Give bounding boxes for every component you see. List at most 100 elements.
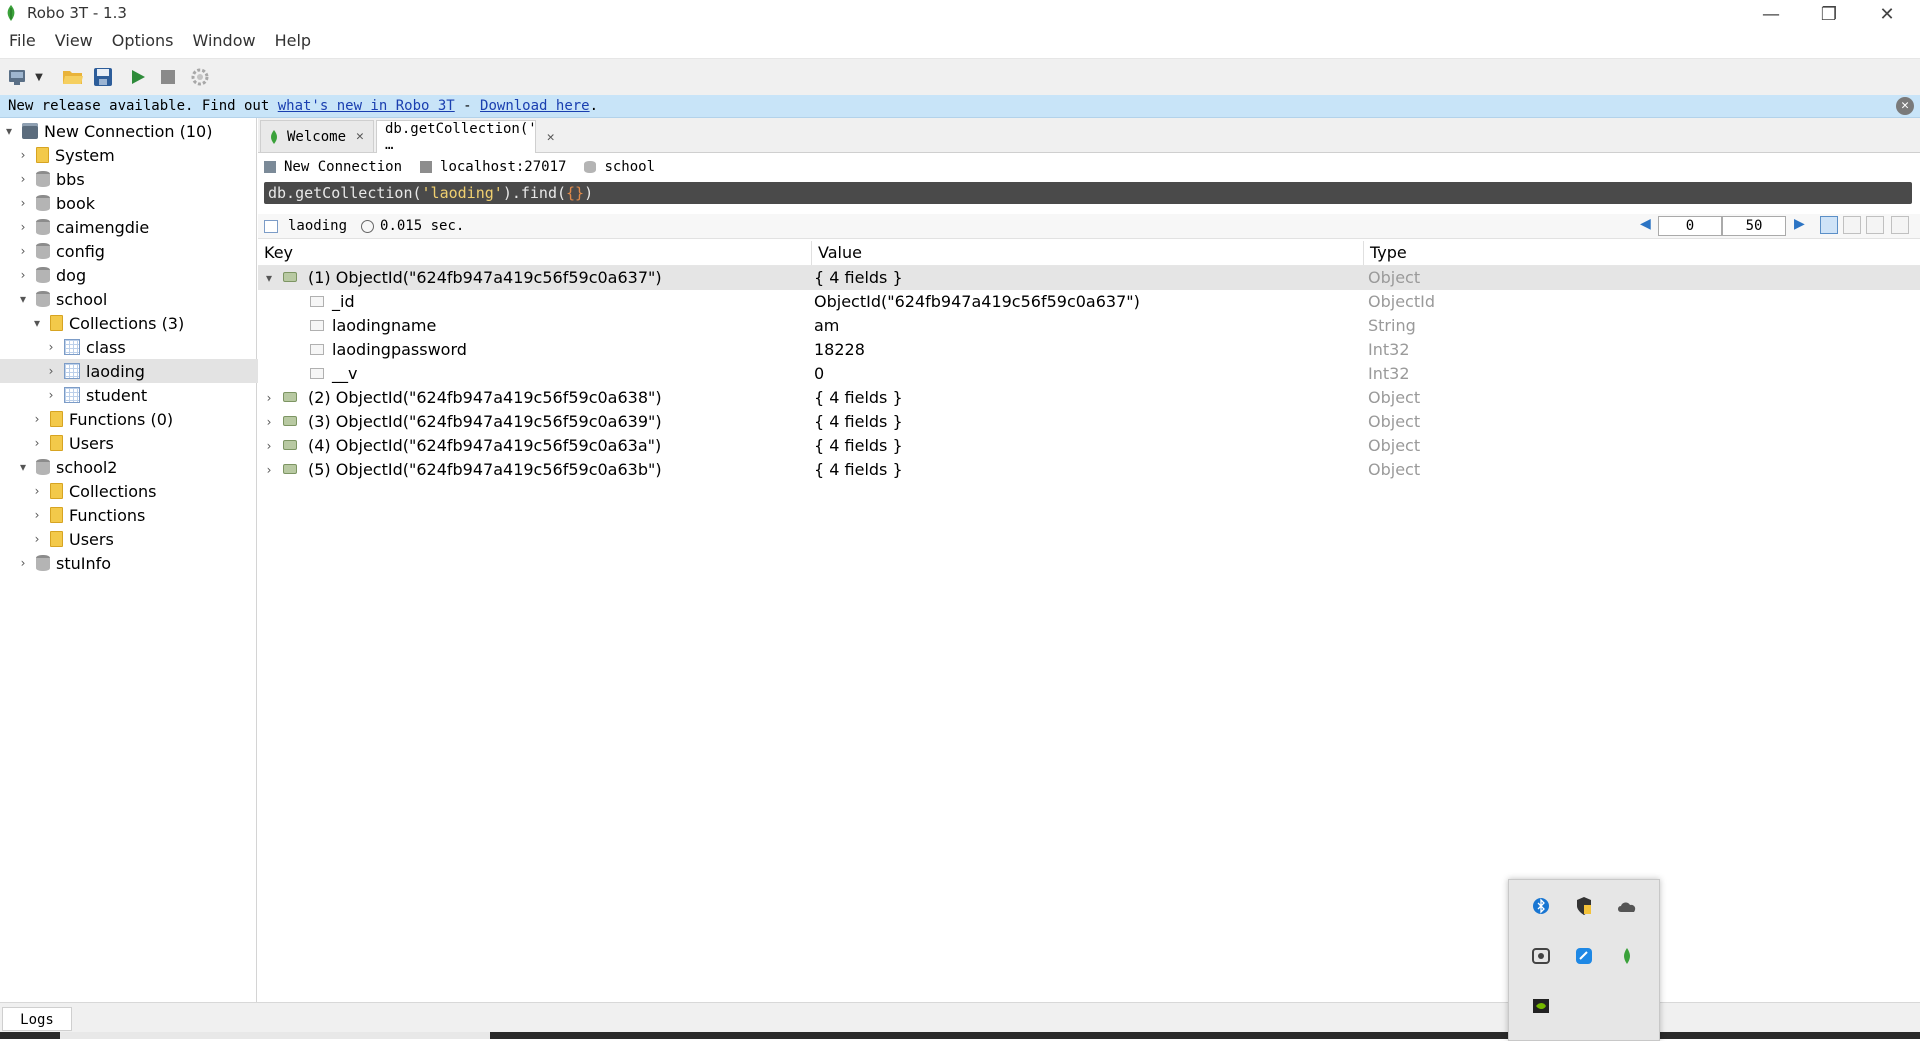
tree-item-bbs[interactable]: › bbs xyxy=(0,167,272,191)
chevron-right-icon[interactable]: › xyxy=(262,434,276,458)
table-row[interactable]: _id ObjectId("624fb947a419c56f59c0a637")… xyxy=(258,290,1920,314)
skip-input[interactable]: 0 xyxy=(1658,216,1722,236)
screenshot-app-icon[interactable] xyxy=(1529,944,1553,968)
tree-item-caimengdie[interactable]: › caimengdie xyxy=(0,215,272,239)
tree-item-book[interactable]: › book xyxy=(0,191,272,215)
download-link[interactable]: Download here xyxy=(480,98,590,114)
chevron-right-icon[interactable]: › xyxy=(262,410,276,434)
menu-file[interactable]: File xyxy=(0,30,46,54)
whats-new-link[interactable]: what's new in Robo 3T xyxy=(278,98,455,114)
tree-item-system[interactable]: › System xyxy=(0,143,272,167)
chevron-right-icon[interactable]: › xyxy=(44,388,58,402)
maximize-result-button[interactable] xyxy=(1891,216,1909,234)
tree-item-collections[interactable]: › Collections xyxy=(0,479,286,503)
tree-item-collections[interactable]: ▾ Collections (3) xyxy=(0,311,286,335)
security-shield-icon[interactable] xyxy=(1572,894,1596,918)
bluetooth-icon[interactable] xyxy=(1529,894,1553,918)
tab-query[interactable]: db.getCollection(' … ✕ xyxy=(376,120,555,153)
execute-button[interactable] xyxy=(124,63,152,91)
chevron-down-icon[interactable]: ▾ xyxy=(16,292,30,306)
next-page-button[interactable]: ▶ xyxy=(1794,216,1805,232)
prev-page-button[interactable]: ◀ xyxy=(1640,216,1651,232)
connect-dropdown-button[interactable]: ▼ xyxy=(32,63,46,91)
chevron-down-icon[interactable]: ▾ xyxy=(16,460,30,474)
logs-tab[interactable]: Logs xyxy=(2,1007,72,1031)
close-notice-button[interactable]: ✕ xyxy=(1896,97,1914,115)
connect-button[interactable] xyxy=(5,63,33,91)
table-row[interactable]: › (4) ObjectId("624fb947a419c56f59c0a63a… xyxy=(258,434,1920,458)
query-editor[interactable]: db.getCollection('laoding').find({}) xyxy=(264,182,1912,204)
nvidia-icon[interactable] xyxy=(1529,994,1553,1018)
chevron-right-icon[interactable]: › xyxy=(16,244,30,258)
table-row[interactable]: ▾ (1) ObjectId("624fb947a419c56f59c0a637… xyxy=(258,266,1920,290)
chevron-right-icon[interactable]: › xyxy=(16,172,30,186)
chevron-right-icon[interactable]: › xyxy=(30,532,44,546)
column-type[interactable]: Type xyxy=(1364,241,1920,265)
tree-item-config[interactable]: › config xyxy=(0,239,272,263)
tree-item-class[interactable]: › class xyxy=(0,335,300,359)
column-value[interactable]: Value xyxy=(812,241,1364,265)
close-icon[interactable]: ✕ xyxy=(356,129,364,144)
chevron-right-icon[interactable]: › xyxy=(44,340,58,354)
chevron-right-icon[interactable]: › xyxy=(16,196,30,210)
table-row[interactable]: › (5) ObjectId("624fb947a419c56f59c0a63b… xyxy=(258,458,1920,482)
text-view-button[interactable] xyxy=(1866,216,1884,234)
tree-item-users[interactable]: › Users xyxy=(0,431,286,455)
tree-item-functions[interactable]: › Functions (0) xyxy=(0,407,286,431)
chevron-right-icon[interactable]: › xyxy=(30,412,44,426)
limit-input[interactable]: 50 xyxy=(1722,216,1786,236)
chevron-right-icon[interactable]: › xyxy=(262,458,276,482)
tree-view-button[interactable] xyxy=(1820,216,1838,234)
chevron-right-icon[interactable]: › xyxy=(30,436,44,450)
menu-options[interactable]: Options xyxy=(103,30,184,54)
open-button[interactable] xyxy=(59,63,87,91)
robo3t-leaf-icon[interactable] xyxy=(1615,944,1639,968)
tree-label: student xyxy=(86,385,148,405)
table-row[interactable]: __v 0 Int32 xyxy=(258,362,1920,386)
table-row[interactable]: › (3) ObjectId("624fb947a419c56f59c0a639… xyxy=(258,410,1920,434)
table-view-button[interactable] xyxy=(1843,216,1861,234)
restore-button[interactable]: ❐ xyxy=(1800,0,1858,28)
tree-item-users[interactable]: › Users xyxy=(0,527,286,551)
close-icon[interactable]: ✕ xyxy=(547,130,555,145)
chevron-right-icon[interactable]: › xyxy=(16,220,30,234)
tree-item-school2[interactable]: ▾ school2 xyxy=(0,455,272,479)
row-value: { 4 fields } xyxy=(814,268,903,287)
query-suffix: ) xyxy=(584,184,594,202)
feedback-app-icon[interactable] xyxy=(1572,944,1596,968)
chevron-right-icon[interactable]: › xyxy=(44,364,58,378)
tree-item-functions[interactable]: › Functions xyxy=(0,503,286,527)
chevron-right-icon[interactable]: › xyxy=(262,386,276,410)
table-row[interactable]: › (2) ObjectId("624fb947a419c56f59c0a638… xyxy=(258,386,1920,410)
tree-item-student[interactable]: › student xyxy=(0,383,300,407)
tree-item-laoding[interactable]: › laoding xyxy=(0,359,300,383)
chevron-right-icon[interactable]: › xyxy=(16,148,30,162)
chevron-down-icon[interactable]: ▾ xyxy=(262,266,276,290)
tree-item-school[interactable]: ▾ school xyxy=(0,287,272,311)
column-key[interactable]: Key xyxy=(258,241,812,265)
format-button[interactable] xyxy=(186,63,214,91)
stop-button[interactable] xyxy=(154,63,182,91)
tree-item-dog[interactable]: › dog xyxy=(0,263,272,287)
tree-connection[interactable]: ▾ New Connection (10) xyxy=(0,119,258,143)
chevron-down-icon[interactable]: ▾ xyxy=(2,124,16,138)
menu-help[interactable]: Help xyxy=(266,30,321,54)
minimize-button[interactable]: — xyxy=(1742,0,1800,28)
tree-item-stuinfo[interactable]: › stuInfo xyxy=(0,551,272,575)
save-button[interactable] xyxy=(89,63,117,91)
chevron-down-icon[interactable]: ▾ xyxy=(30,316,44,330)
close-window-button[interactable]: ✕ xyxy=(1858,0,1916,28)
chevron-right-icon[interactable]: › xyxy=(30,508,44,522)
chevron-right-icon[interactable]: › xyxy=(16,268,30,282)
table-row[interactable]: laodingpassword 18228 Int32 xyxy=(258,338,1920,362)
onedrive-cloud-icon[interactable] xyxy=(1615,894,1639,918)
row-value: { 4 fields } xyxy=(814,388,903,407)
tab-label: db.getCollection(' … xyxy=(385,121,537,153)
menu-view[interactable]: View xyxy=(46,30,103,54)
menu-window[interactable]: Window xyxy=(183,30,265,54)
table-row[interactable]: laodingname am String xyxy=(258,314,1920,338)
chevron-right-icon[interactable]: › xyxy=(30,484,44,498)
chevron-right-icon[interactable]: › xyxy=(16,556,30,570)
tab-welcome[interactable]: Welcome ✕ xyxy=(260,120,374,152)
tree-label: stuInfo xyxy=(56,553,112,573)
